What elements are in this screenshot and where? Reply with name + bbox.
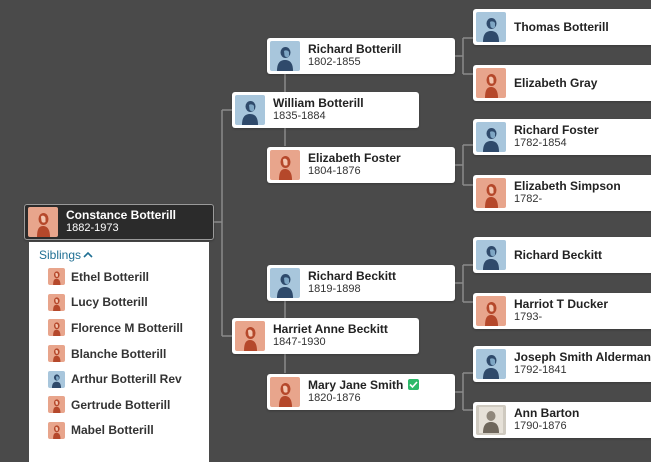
- female-avatar-icon: [270, 150, 300, 180]
- female-avatar-icon: [48, 345, 65, 363]
- person-dates: 1782-1854: [514, 137, 567, 149]
- person-name: Richard Foster: [514, 123, 599, 137]
- sibling-item[interactable]: Florence M Botterill: [29, 315, 209, 341]
- sibling-name: Lucy Botterill: [71, 295, 148, 310]
- person-name: Richard Beckitt: [514, 247, 603, 262]
- female-avatar-icon: [48, 421, 65, 439]
- person-card-maternal-grandmother[interactable]: Mary Jane Smith 1820-1876: [267, 374, 455, 410]
- sibling-item[interactable]: Mabel Botterill: [29, 418, 209, 444]
- person-name-text: Mary Jane Smith: [308, 378, 404, 392]
- person-card-great-grandparent[interactable]: Joseph Smith Alderman 1792-1841: [473, 346, 651, 382]
- person-card-great-grandparent[interactable]: Thomas Botterill: [473, 9, 651, 45]
- person-name: Elizabeth Gray: [514, 75, 598, 90]
- person-card-great-grandparent[interactable]: Elizabeth Simpson 1782-: [473, 175, 651, 211]
- person-dates: 1882-1973: [66, 222, 119, 234]
- person-card-father[interactable]: William Botterill 1835-1884: [232, 92, 419, 128]
- sibling-name: Ethel Botterill: [71, 269, 150, 284]
- siblings-toggle[interactable]: Siblings: [39, 246, 209, 264]
- sibling-item[interactable]: Blanche Botterill: [29, 341, 209, 367]
- person-name: Richard Botterill: [308, 42, 402, 56]
- male-avatar-icon: [235, 95, 265, 125]
- person-dates: 1793-: [514, 311, 543, 323]
- person-name: Joseph Smith Alderman: [514, 350, 651, 364]
- male-avatar-icon: [476, 240, 506, 270]
- female-avatar-icon: [28, 207, 58, 237]
- sibling-item[interactable]: Arthur Botterill Rev: [29, 366, 209, 392]
- person-card-great-grandparent[interactable]: Harriot T Ducker 1793-: [473, 293, 651, 329]
- male-avatar-icon: [270, 268, 300, 298]
- chevron-up-icon: [83, 251, 93, 258]
- female-avatar-icon: [48, 319, 65, 337]
- female-avatar-icon: [476, 68, 506, 98]
- siblings-panel: Siblings Ethel Botterill Lucy Botterill Fl…: [29, 242, 209, 462]
- female-avatar-icon: [235, 321, 265, 351]
- sibling-name: Blanche Botterill: [71, 346, 167, 361]
- sibling-name: Mabel Botterill: [71, 423, 154, 438]
- person-card-great-grandparent[interactable]: Richard Foster 1782-1854: [473, 119, 651, 155]
- person-card-great-grandparent[interactable]: Elizabeth Gray: [473, 65, 651, 101]
- person-name: Elizabeth Foster: [308, 151, 401, 165]
- verified-check-icon: [408, 379, 420, 390]
- sibling-item[interactable]: Ethel Botterill: [29, 264, 209, 290]
- person-name: Ann Barton: [514, 406, 580, 420]
- sibling-item[interactable]: Lucy Botterill: [29, 290, 209, 316]
- person-card-root[interactable]: Constance Botterill 1882-1973: [24, 204, 214, 240]
- sibling-name: Florence M Botterill: [71, 320, 184, 335]
- person-dates: 1804-1876: [308, 165, 361, 177]
- person-dates: 1847-1930: [273, 336, 326, 348]
- siblings-label: Siblings: [39, 248, 82, 262]
- female-avatar-icon: [48, 268, 65, 286]
- person-card-great-grandparent[interactable]: Ann Barton 1790-1876: [473, 402, 651, 438]
- male-avatar-icon: [48, 370, 65, 388]
- person-card-mother[interactable]: Harriet Anne Beckitt 1847-1930: [232, 318, 419, 354]
- person-card-great-grandparent[interactable]: Richard Beckitt: [473, 237, 651, 273]
- person-dates: 1790-1876: [514, 420, 567, 432]
- male-avatar-icon: [476, 12, 506, 42]
- sibling-item[interactable]: Gertrude Botterill: [29, 392, 209, 418]
- female-avatar-icon: [476, 178, 506, 208]
- person-name: Mary Jane Smith: [308, 378, 420, 392]
- person-dates: 1782-: [514, 193, 543, 205]
- person-card-paternal-grandfather[interactable]: Richard Botterill 1802-1855: [267, 38, 455, 74]
- person-card-paternal-grandmother[interactable]: Elizabeth Foster 1804-1876: [267, 147, 455, 183]
- female-avatar-icon: [270, 377, 300, 407]
- person-dates: 1819-1898: [308, 283, 361, 295]
- person-card-maternal-grandfather[interactable]: Richard Beckitt 1819-1898: [267, 265, 455, 301]
- female-avatar-icon: [48, 293, 65, 311]
- person-name: Harriot T Ducker: [514, 297, 609, 311]
- person-name: Constance Botterill: [66, 208, 177, 222]
- sibling-name: Gertrude Botterill: [71, 397, 171, 412]
- person-name: Thomas Botterill: [514, 19, 609, 34]
- female-avatar-icon: [476, 296, 506, 326]
- person-name: Richard Beckitt: [308, 269, 397, 283]
- male-avatar-icon: [270, 41, 300, 71]
- female-avatar-icon: [48, 396, 65, 414]
- person-name: Harriet Anne Beckitt: [273, 322, 388, 336]
- person-dates: 1820-1876: [308, 392, 361, 404]
- person-dates: 1835-1884: [273, 110, 326, 122]
- person-dates: 1792-1841: [514, 364, 567, 376]
- male-avatar-icon: [476, 349, 506, 379]
- person-dates: 1802-1855: [308, 56, 361, 68]
- person-name: William Botterill: [273, 96, 364, 110]
- person-name: Elizabeth Simpson: [514, 179, 621, 193]
- male-avatar-icon: [476, 122, 506, 152]
- sibling-name: Arthur Botterill Rev: [71, 372, 182, 387]
- photo-avatar-icon: [476, 405, 506, 435]
